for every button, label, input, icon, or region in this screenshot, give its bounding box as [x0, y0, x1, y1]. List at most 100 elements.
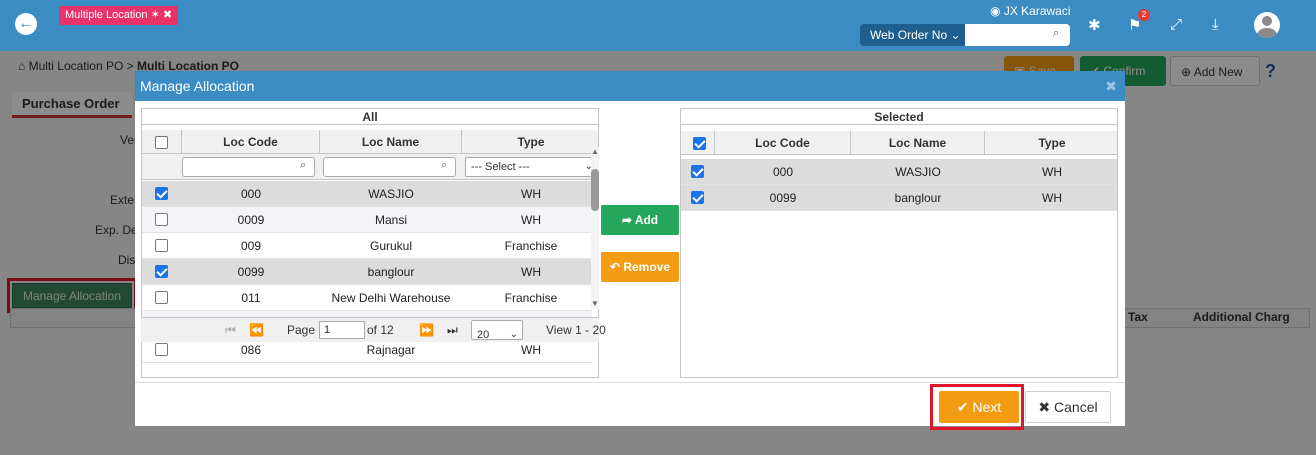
type-cell: Franchise: [504, 291, 558, 305]
chevron-down-icon: ⌄: [509, 329, 518, 340]
column-header-loc-code[interactable]: Loc Code: [182, 130, 320, 154]
column-header-type[interactable]: Type: [985, 131, 1117, 155]
page-label: Page: [287, 323, 316, 337]
row-checkbox-cell: [681, 159, 715, 185]
loc-name-cell: WASJIO: [895, 165, 941, 179]
loc-code-cell: 0009: [237, 213, 265, 227]
panel-title: All: [142, 109, 598, 125]
column-header-loc-name[interactable]: Loc Name: [320, 130, 462, 154]
scrollbar[interactable]: ▲ ▼: [591, 147, 599, 309]
page-size-value: 20: [477, 329, 490, 341]
row-checkbox[interactable]: [155, 265, 168, 278]
prev-page-icon[interactable]: ⏪: [249, 323, 264, 337]
expand-icon[interactable]: ⤢: [1170, 16, 1182, 33]
row-checkbox[interactable]: [155, 343, 168, 356]
scroll-thumb[interactable]: [591, 169, 599, 211]
selected-locations-panel: Selected Loc Code Loc Name Type 000 WASJI…: [680, 108, 1118, 378]
type-filter-value: --- Select ---: [471, 161, 530, 173]
row-checkbox-cell: [681, 185, 715, 211]
row-checkbox[interactable]: [155, 291, 168, 304]
loc-name-cell: banglour: [367, 265, 415, 279]
type-cell: WH: [521, 213, 541, 227]
share-arrow-icon: ➦: [621, 213, 635, 227]
table-row[interactable]: 011 New Delhi Warehouse Franchise: [142, 285, 592, 311]
table-row[interactable]: 0099 banglour WH: [142, 259, 592, 285]
header-checkbox-cell: [142, 130, 182, 154]
back-arrow-icon[interactable]: ←: [15, 13, 37, 35]
first-page-icon[interactable]: ⏮: [225, 323, 236, 338]
table-row[interactable]: 000 WASJIO WH: [681, 159, 1117, 185]
select-all-checkbox[interactable]: [693, 137, 706, 150]
top-bar: ← Multiple Location ✶ ✖ ◉ JX Karawaci We…: [0, 0, 1316, 51]
loc-code-cell: 009: [240, 239, 262, 253]
table-row[interactable]: 0099 banglour WH: [681, 185, 1117, 211]
pager: ⏮ ⏪ Page 1 of 12 ⏩ ⏭ 20 ⌄ View 1 - 20: [141, 317, 606, 342]
loc-code-filter-input[interactable]: [182, 157, 315, 177]
row-checkbox[interactable]: [155, 187, 168, 200]
web-order-select[interactable]: Web Order No ⌄: [860, 24, 965, 46]
search-icon: ⌕: [441, 159, 448, 171]
tab-label: Multiple Location: [65, 9, 148, 21]
column-header-row: Loc Code Loc Name Type: [681, 131, 1117, 155]
location-name: JX Karawaci: [1003, 4, 1071, 18]
page-size-select[interactable]: 20 ⌄: [471, 320, 523, 341]
loc-code-cell: 0099: [769, 191, 797, 205]
table-row[interactable]: 009 Gurukul Franchise: [142, 233, 592, 259]
column-header-loc-code[interactable]: Loc Code: [715, 131, 851, 155]
row-checkbox[interactable]: [691, 165, 704, 178]
close-icon[interactable]: ✖: [163, 9, 172, 21]
column-header-loc-name[interactable]: Loc Name: [851, 131, 985, 155]
type-cell: WH: [1042, 191, 1062, 205]
loc-code-cell: 011: [241, 291, 261, 305]
search-icon: ⌕: [300, 159, 307, 171]
header-checkbox-cell: [681, 131, 715, 155]
download-icon[interactable]: ⤓: [1212, 16, 1219, 33]
loc-name-cell: banglour: [894, 191, 942, 205]
close-icon[interactable]: ✖: [1105, 71, 1117, 101]
add-button[interactable]: ➦ Add: [601, 205, 679, 235]
web-order-label: Web Order No: [870, 28, 948, 42]
asterisk-icon[interactable]: ✱: [1088, 16, 1101, 34]
row-checkbox[interactable]: [691, 191, 704, 204]
type-cell: WH: [1042, 165, 1062, 179]
page-number-input[interactable]: 1: [319, 321, 365, 339]
loc-name-cell: Mansi: [374, 213, 407, 227]
loc-code-cell: 0099: [237, 265, 265, 279]
type-cell: WH: [521, 265, 541, 279]
highlight-next-button: [930, 384, 1024, 430]
tab-multiple-location[interactable]: Multiple Location ✶ ✖: [59, 6, 179, 25]
pin-icon[interactable]: ✶: [151, 9, 160, 21]
row-checkbox-cell: [142, 181, 182, 207]
type-filter-select[interactable]: --- Select --- ⌄: [465, 157, 598, 177]
select-all-checkbox[interactable]: [155, 136, 168, 149]
location-label[interactable]: ◉ JX Karawaci: [990, 4, 1071, 18]
search-icon[interactable]: ⌕: [1053, 27, 1059, 40]
row-checkbox-cell: [142, 285, 182, 311]
table-row[interactable]: 0009 Mansi WH: [142, 207, 592, 233]
loc-name-filter-input[interactable]: [323, 157, 456, 177]
row-checkbox[interactable]: [155, 213, 168, 226]
notification-badge: 2: [1138, 9, 1150, 21]
row-checkbox-cell: [142, 233, 182, 259]
loc-name-cell: WASJIO: [368, 187, 414, 201]
cancel-button[interactable]: ✖ Cancel: [1025, 391, 1111, 423]
loc-name-cell: New Delhi Warehouse: [331, 291, 451, 305]
close-icon: ✖: [1038, 399, 1055, 415]
table-row[interactable]: 000 WASJIO WH: [142, 181, 592, 207]
row-checkbox-cell: [142, 259, 182, 285]
row-checkbox[interactable]: [155, 239, 168, 252]
filter-row: ⌕ ⌕ --- Select --- ⌄: [142, 154, 598, 180]
panel-title: Selected: [681, 109, 1117, 125]
page-count-label: of 12: [367, 323, 394, 337]
map-pin-icon: ◉: [990, 4, 1004, 18]
loc-code-cell: 000: [240, 187, 262, 201]
column-header-type[interactable]: Type: [462, 130, 598, 154]
last-page-icon[interactable]: ⏭: [447, 323, 458, 338]
modal-footer-divider: [135, 382, 1125, 383]
loc-name-cell: Gurukul: [369, 239, 413, 253]
next-page-icon[interactable]: ⏩: [419, 323, 434, 337]
scroll-up-icon[interactable]: ▲: [591, 147, 599, 156]
remove-button[interactable]: ↶ Remove: [601, 252, 679, 282]
scroll-down-icon[interactable]: ▼: [591, 299, 599, 308]
avatar[interactable]: [1254, 12, 1280, 38]
